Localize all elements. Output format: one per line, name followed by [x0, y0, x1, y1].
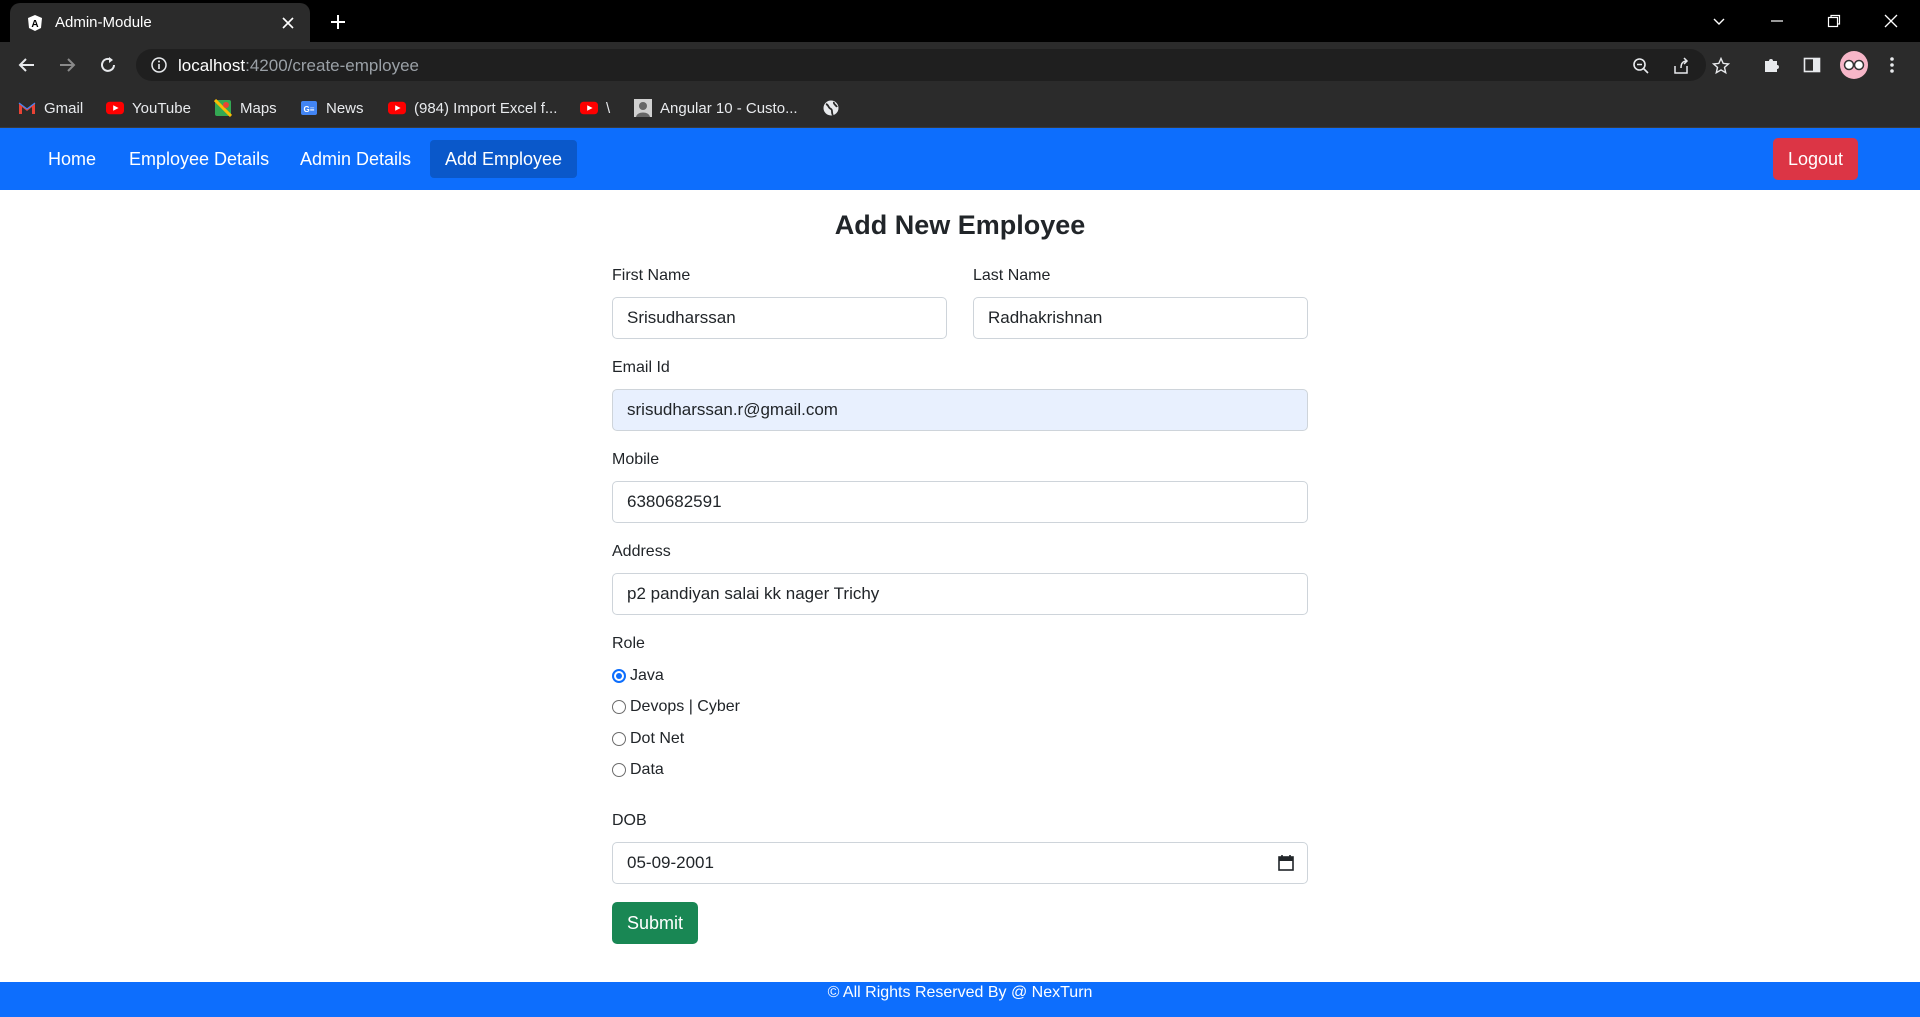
tab-search-chevron-icon[interactable] [1704, 6, 1734, 36]
bookmark-label: Gmail [44, 99, 84, 117]
globe-icon [822, 99, 840, 117]
maps-icon [214, 99, 232, 117]
role-option-java[interactable]: Java [612, 666, 664, 686]
nav-add-employee[interactable]: Add Employee [430, 140, 578, 178]
back-arrow-icon[interactable] [12, 50, 42, 80]
zoom-icon[interactable] [1630, 55, 1652, 77]
dob-label: DOB [612, 812, 647, 829]
share-icon[interactable] [1670, 55, 1692, 77]
youtube-icon [106, 99, 124, 117]
bookmark-label: (984) Import Excel f... [414, 99, 558, 117]
bookmark-label: Maps [240, 99, 277, 117]
youtube-icon [580, 99, 598, 117]
svg-text:G≡: G≡ [304, 105, 315, 114]
email-label: Email Id [612, 359, 670, 376]
nav-employee-details[interactable]: Employee Details [114, 140, 284, 178]
bookmark-star-icon[interactable] [1710, 55, 1732, 77]
footer: © All Rights Reserved By @ NexTurn [0, 982, 1920, 1017]
url-text: localhost:4200/create-employee [178, 56, 419, 76]
news-icon: G≡ [300, 99, 318, 117]
page-title: Add New Employee [834, 210, 1086, 240]
browser-toolbar: localhost:4200/create-employee [0, 42, 1920, 88]
address-input[interactable]: p2 pandiyan salai kk nager Trichy [612, 573, 1308, 615]
url-host: localhost [178, 56, 246, 75]
calendar-icon[interactable] [1277, 854, 1295, 872]
extensions-puzzle-icon[interactable] [1760, 53, 1784, 77]
dob-input[interactable]: 05-09-2001 [612, 842, 1308, 884]
mobile-input[interactable]: 6380682591 [612, 481, 1308, 523]
radio-java[interactable] [612, 669, 626, 683]
bookmark-maps[interactable]: Maps [214, 97, 277, 119]
new-tab-icon[interactable] [326, 10, 350, 34]
gmail-icon [18, 99, 36, 117]
minimize-icon[interactable] [1762, 6, 1792, 36]
bookmark-news[interactable]: G≡ News [300, 97, 364, 119]
bookmark-label: News [326, 99, 364, 117]
nav-home[interactable]: Home [33, 140, 111, 178]
bookmark-label: YouTube [132, 99, 191, 117]
portrait-thumbnail-icon [634, 99, 652, 117]
dob-value: 05-09-2001 [627, 853, 714, 872]
role-option-label: Data [630, 761, 664, 778]
submit-button[interactable]: Submit [612, 902, 698, 944]
nav-admin-details[interactable]: Admin Details [285, 140, 426, 178]
close-window-icon[interactable] [1876, 6, 1906, 36]
url-path: :4200/create-employee [245, 56, 419, 75]
bookmark-label: Angular 10 - Custo... [660, 99, 798, 117]
address-label: Address [612, 543, 671, 560]
role-option-label: Java [630, 667, 664, 684]
reload-icon[interactable] [93, 50, 123, 80]
angular-favicon-icon: A [26, 14, 44, 32]
email-input[interactable]: srisudharssan.r@gmail.com [612, 389, 1308, 431]
radio-devops-cyber[interactable] [612, 700, 626, 714]
bookmark-youtube[interactable]: YouTube [106, 97, 191, 119]
first-name-input[interactable]: Srisudharssan [612, 297, 947, 339]
more-menu-icon[interactable] [1880, 53, 1904, 77]
app-navbar: Home Employee Details Admin Details Add … [0, 128, 1920, 190]
tab-title: Admin-Module [55, 14, 152, 31]
role-option-data[interactable]: Data [612, 760, 664, 780]
role-option-dot-net[interactable]: Dot Net [612, 729, 684, 749]
youtube-icon [388, 99, 406, 117]
bookmark-youtube-backslash[interactable]: \ [580, 97, 610, 119]
bookmark-globe[interactable] [822, 97, 840, 119]
browser-tabstrip: A Admin-Module [0, 0, 1920, 42]
bookmark-gmail[interactable]: Gmail [18, 97, 83, 119]
bookmarks-bar: Gmail YouTube Maps G≡ News (984) Import … [0, 88, 1920, 128]
mobile-label: Mobile [612, 451, 660, 468]
bookmark-angular-10[interactable]: Angular 10 - Custo... [634, 97, 798, 119]
role-option-devops-cyber[interactable]: Devops | Cyber [612, 697, 740, 717]
role-label: Role [612, 635, 645, 652]
forward-arrow-icon[interactable] [52, 50, 82, 80]
last-name-input[interactable]: Radhakrishnan [973, 297, 1308, 339]
site-info-icon[interactable] [150, 56, 168, 74]
browser-tab[interactable]: A Admin-Module [10, 3, 310, 42]
profile-avatar[interactable] [1840, 51, 1868, 79]
restore-icon[interactable] [1819, 6, 1849, 36]
first-name-label: First Name [612, 267, 691, 284]
role-option-label: Dot Net [630, 730, 685, 747]
role-option-label: Devops | Cyber [630, 698, 740, 715]
address-bar[interactable]: localhost:4200/create-employee [136, 49, 1730, 81]
bookmark-youtube-import-excel[interactable]: (984) Import Excel f... [388, 97, 557, 119]
logout-button[interactable]: Logout [1773, 138, 1858, 180]
side-panel-icon[interactable] [1800, 53, 1824, 77]
svg-text:A: A [31, 19, 38, 30]
last-name-label: Last Name [973, 267, 1051, 284]
radio-dot-net[interactable] [612, 732, 626, 746]
radio-data[interactable] [612, 763, 626, 777]
bookmark-label: \ [606, 99, 611, 117]
tab-close-icon[interactable] [278, 13, 298, 33]
